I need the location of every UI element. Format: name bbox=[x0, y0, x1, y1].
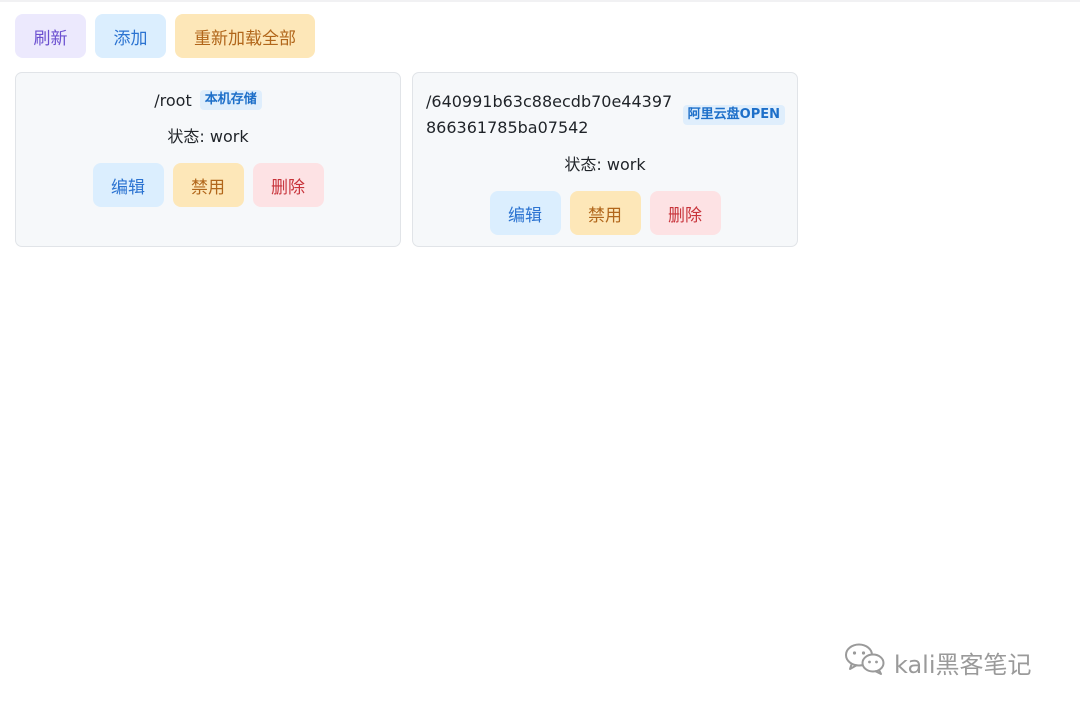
storage-path: /640991b63c88ecdb70e44397866361785ba0754… bbox=[426, 92, 673, 137]
storage-actions: 编辑 禁用 删除 bbox=[413, 191, 797, 235]
edit-button[interactable]: 编辑 bbox=[489, 191, 561, 235]
driver-badge: 本机存储 bbox=[199, 90, 262, 110]
disable-button[interactable]: 禁用 bbox=[172, 163, 244, 207]
reload-all-button[interactable]: 重新加载全部 bbox=[175, 14, 315, 58]
storage-status: 状态: work bbox=[564, 155, 646, 174]
watermark: kali黑客笔记 bbox=[844, 642, 1032, 682]
storage-page: 刷新 添加 重新加载全部 /root 本机存储 状态: work 编辑 禁用 删… bbox=[0, 0, 1080, 707]
refresh-button[interactable]: 刷新 bbox=[15, 14, 86, 58]
edit-button[interactable]: 编辑 bbox=[92, 163, 164, 207]
wechat-icon bbox=[844, 642, 886, 682]
storage-card-header: /640991b63c88ecdb70e44397866361785ba0754… bbox=[413, 89, 797, 141]
storage-card: /root 本机存储 状态: work 编辑 禁用 删除 bbox=[15, 72, 401, 247]
driver-badge: 阿里云盘OPEN bbox=[682, 105, 785, 125]
add-button[interactable]: 添加 bbox=[95, 14, 166, 58]
watermark-text: kali黑客笔记 bbox=[894, 650, 1032, 679]
storage-card: /640991b63c88ecdb70e44397866361785ba0754… bbox=[412, 72, 798, 247]
storage-status: 状态: work bbox=[167, 127, 249, 146]
delete-button[interactable]: 删除 bbox=[649, 191, 721, 235]
storage-card-list: /root 本机存储 状态: work 编辑 禁用 删除 /640991b63c… bbox=[15, 72, 798, 247]
storage-actions: 编辑 禁用 删除 bbox=[16, 163, 400, 207]
delete-button[interactable]: 删除 bbox=[252, 163, 324, 207]
toolbar: 刷新 添加 重新加载全部 bbox=[15, 14, 315, 58]
storage-path: /root bbox=[154, 90, 192, 110]
storage-card-header: /root 本机存储 bbox=[16, 90, 400, 110]
disable-button[interactable]: 禁用 bbox=[569, 191, 641, 235]
